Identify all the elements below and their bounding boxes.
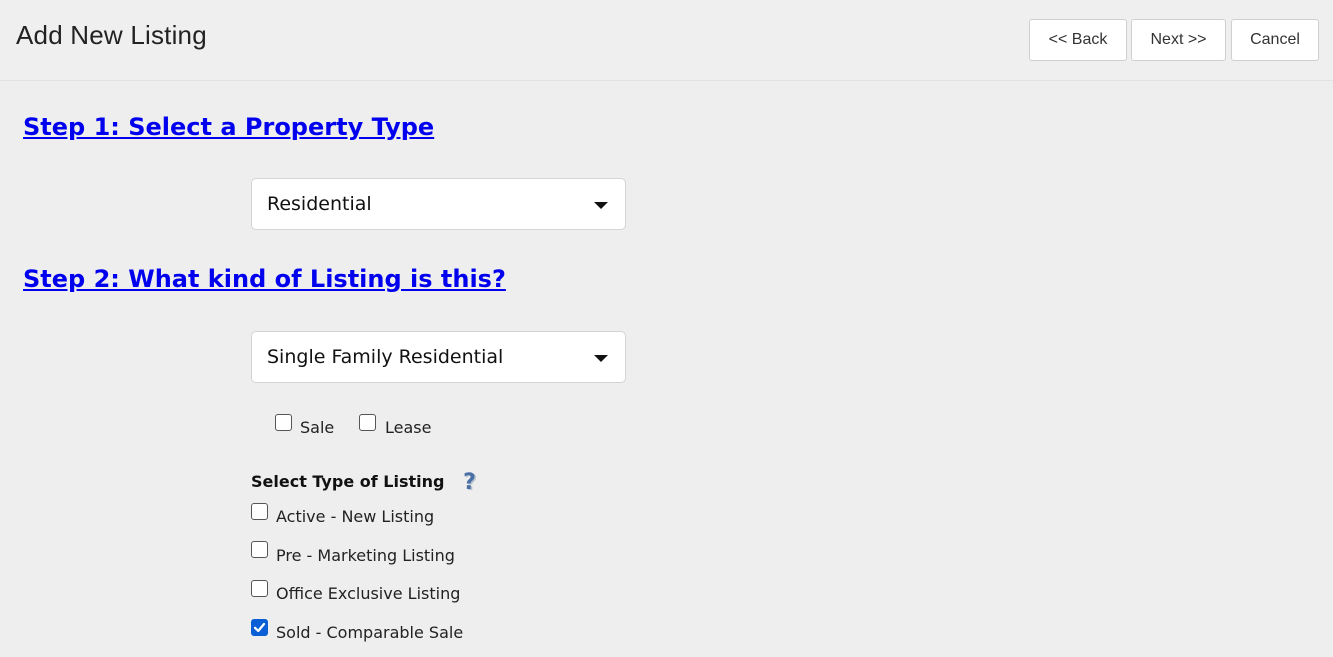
office-exclusive-listing-label: Office Exclusive Listing	[276, 584, 461, 603]
page-title: Add New Listing	[16, 20, 207, 50]
pre-marketing-listing-label: Pre - Marketing Listing	[276, 546, 455, 565]
sold-comparable-sale-label: Sold - Comparable Sale	[276, 623, 464, 642]
page-header: Add New Listing << Back Next >> Cancel	[0, 0, 1333, 81]
sale-checkbox[interactable]	[275, 414, 292, 431]
property-type-select[interactable]: Residential	[251, 178, 626, 230]
checkmark-icon	[253, 622, 266, 633]
listing-type-heading: Select Type of Listing	[251, 472, 445, 491]
property-type-value: Residential	[267, 193, 372, 215]
caret-down-icon	[594, 355, 608, 362]
active-new-listing-label: Active - New Listing	[276, 507, 435, 526]
step1-heading-link[interactable]: Step 1: Select a Property Type	[23, 113, 434, 141]
lease-checkbox[interactable]	[359, 414, 376, 431]
question-mark-icon[interactable]: ? ?	[460, 470, 480, 496]
caret-down-icon	[594, 202, 608, 209]
step2-heading-link[interactable]: Step 2: What kind of Listing is this?	[23, 265, 506, 293]
active-new-listing-checkbox[interactable]	[251, 503, 268, 520]
pre-marketing-listing-checkbox[interactable]	[251, 541, 268, 558]
svg-text:?: ?	[463, 470, 476, 494]
listing-kind-select[interactable]: Single Family Residential	[251, 331, 626, 383]
cancel-button[interactable]: Cancel	[1231, 19, 1319, 61]
next-button[interactable]: Next >>	[1131, 19, 1226, 61]
sale-label: Sale	[300, 418, 335, 437]
sold-comparable-sale-checkbox[interactable]	[251, 619, 268, 636]
listing-kind-value: Single Family Residential	[267, 346, 504, 368]
lease-label: Lease	[385, 418, 432, 437]
back-button[interactable]: << Back	[1029, 19, 1127, 61]
office-exclusive-listing-checkbox[interactable]	[251, 580, 268, 597]
